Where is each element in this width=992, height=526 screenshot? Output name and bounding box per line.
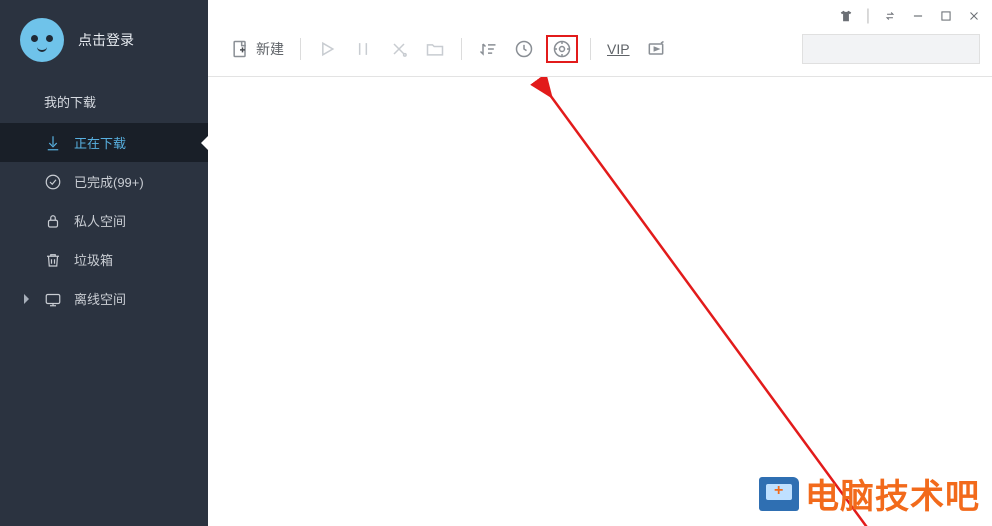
sidebar-item-label: 正在下载 (74, 133, 126, 152)
sidebar-item-private[interactable]: 私人空间 (0, 201, 208, 240)
sidebar-item-completed[interactable]: 已完成(99+) (0, 162, 208, 201)
avatar[interactable] (20, 18, 64, 62)
search-input[interactable] (811, 42, 987, 57)
cloud-offline-icon (44, 290, 62, 308)
sidebar: 点击登录 我的下载 正在下载 已完成(99+) 私人空间 垃圾箱 离线空间 (0, 0, 208, 526)
separator (300, 38, 301, 60)
settings-button[interactable] (546, 35, 578, 63)
sort-button[interactable] (474, 35, 502, 63)
tshirt-icon[interactable] (838, 8, 854, 24)
sidebar-item-label: 私人空间 (74, 211, 126, 230)
watermark: 电脑技术吧 (759, 469, 980, 518)
sidebar-item-label: 垃圾箱 (74, 250, 113, 269)
toolbar: 新建 VIP (208, 28, 992, 77)
minimize-icon[interactable] (910, 8, 926, 24)
sidebar-item-label: 已完成(99+) (74, 172, 144, 191)
sidebar-header: 点击登录 (0, 0, 208, 80)
separator (461, 38, 462, 60)
pause-button[interactable] (349, 35, 377, 63)
start-button[interactable] (313, 35, 341, 63)
new-button-label: 新建 (256, 39, 284, 59)
watermark-text: 电脑技术吧 (805, 469, 980, 518)
close-icon[interactable] (966, 8, 982, 24)
vip-label: VIP (607, 41, 630, 57)
login-link[interactable]: 点击登录 (78, 30, 134, 50)
separator: | (866, 7, 870, 25)
lock-icon (44, 212, 62, 230)
separator (590, 38, 591, 60)
switch-icon[interactable] (882, 8, 898, 24)
delete-button[interactable] (385, 35, 413, 63)
trash-icon (44, 251, 62, 269)
content-area: 电脑技术吧 (208, 77, 992, 526)
chevron-right-icon (24, 294, 29, 304)
sidebar-item-downloading[interactable]: 正在下载 (0, 123, 208, 162)
annotation-arrow (208, 77, 992, 526)
download-icon (44, 134, 62, 152)
sidebar-section-title: 我的下载 (0, 80, 208, 123)
video-button[interactable] (642, 35, 670, 63)
maximize-icon[interactable] (938, 8, 954, 24)
search-box[interactable] (802, 34, 980, 64)
check-circle-icon (44, 173, 62, 191)
plan-button[interactable] (510, 35, 538, 63)
new-button[interactable]: 新建 (226, 35, 288, 63)
watermark-icon (759, 477, 799, 511)
titlebar: | (208, 0, 992, 28)
vip-button[interactable]: VIP (603, 37, 634, 61)
sidebar-item-trash[interactable]: 垃圾箱 (0, 240, 208, 279)
main-area: | 新建 (208, 0, 992, 526)
open-folder-button[interactable] (421, 35, 449, 63)
sidebar-item-offline[interactable]: 离线空间 (0, 279, 208, 318)
sidebar-item-label: 离线空间 (74, 289, 126, 308)
